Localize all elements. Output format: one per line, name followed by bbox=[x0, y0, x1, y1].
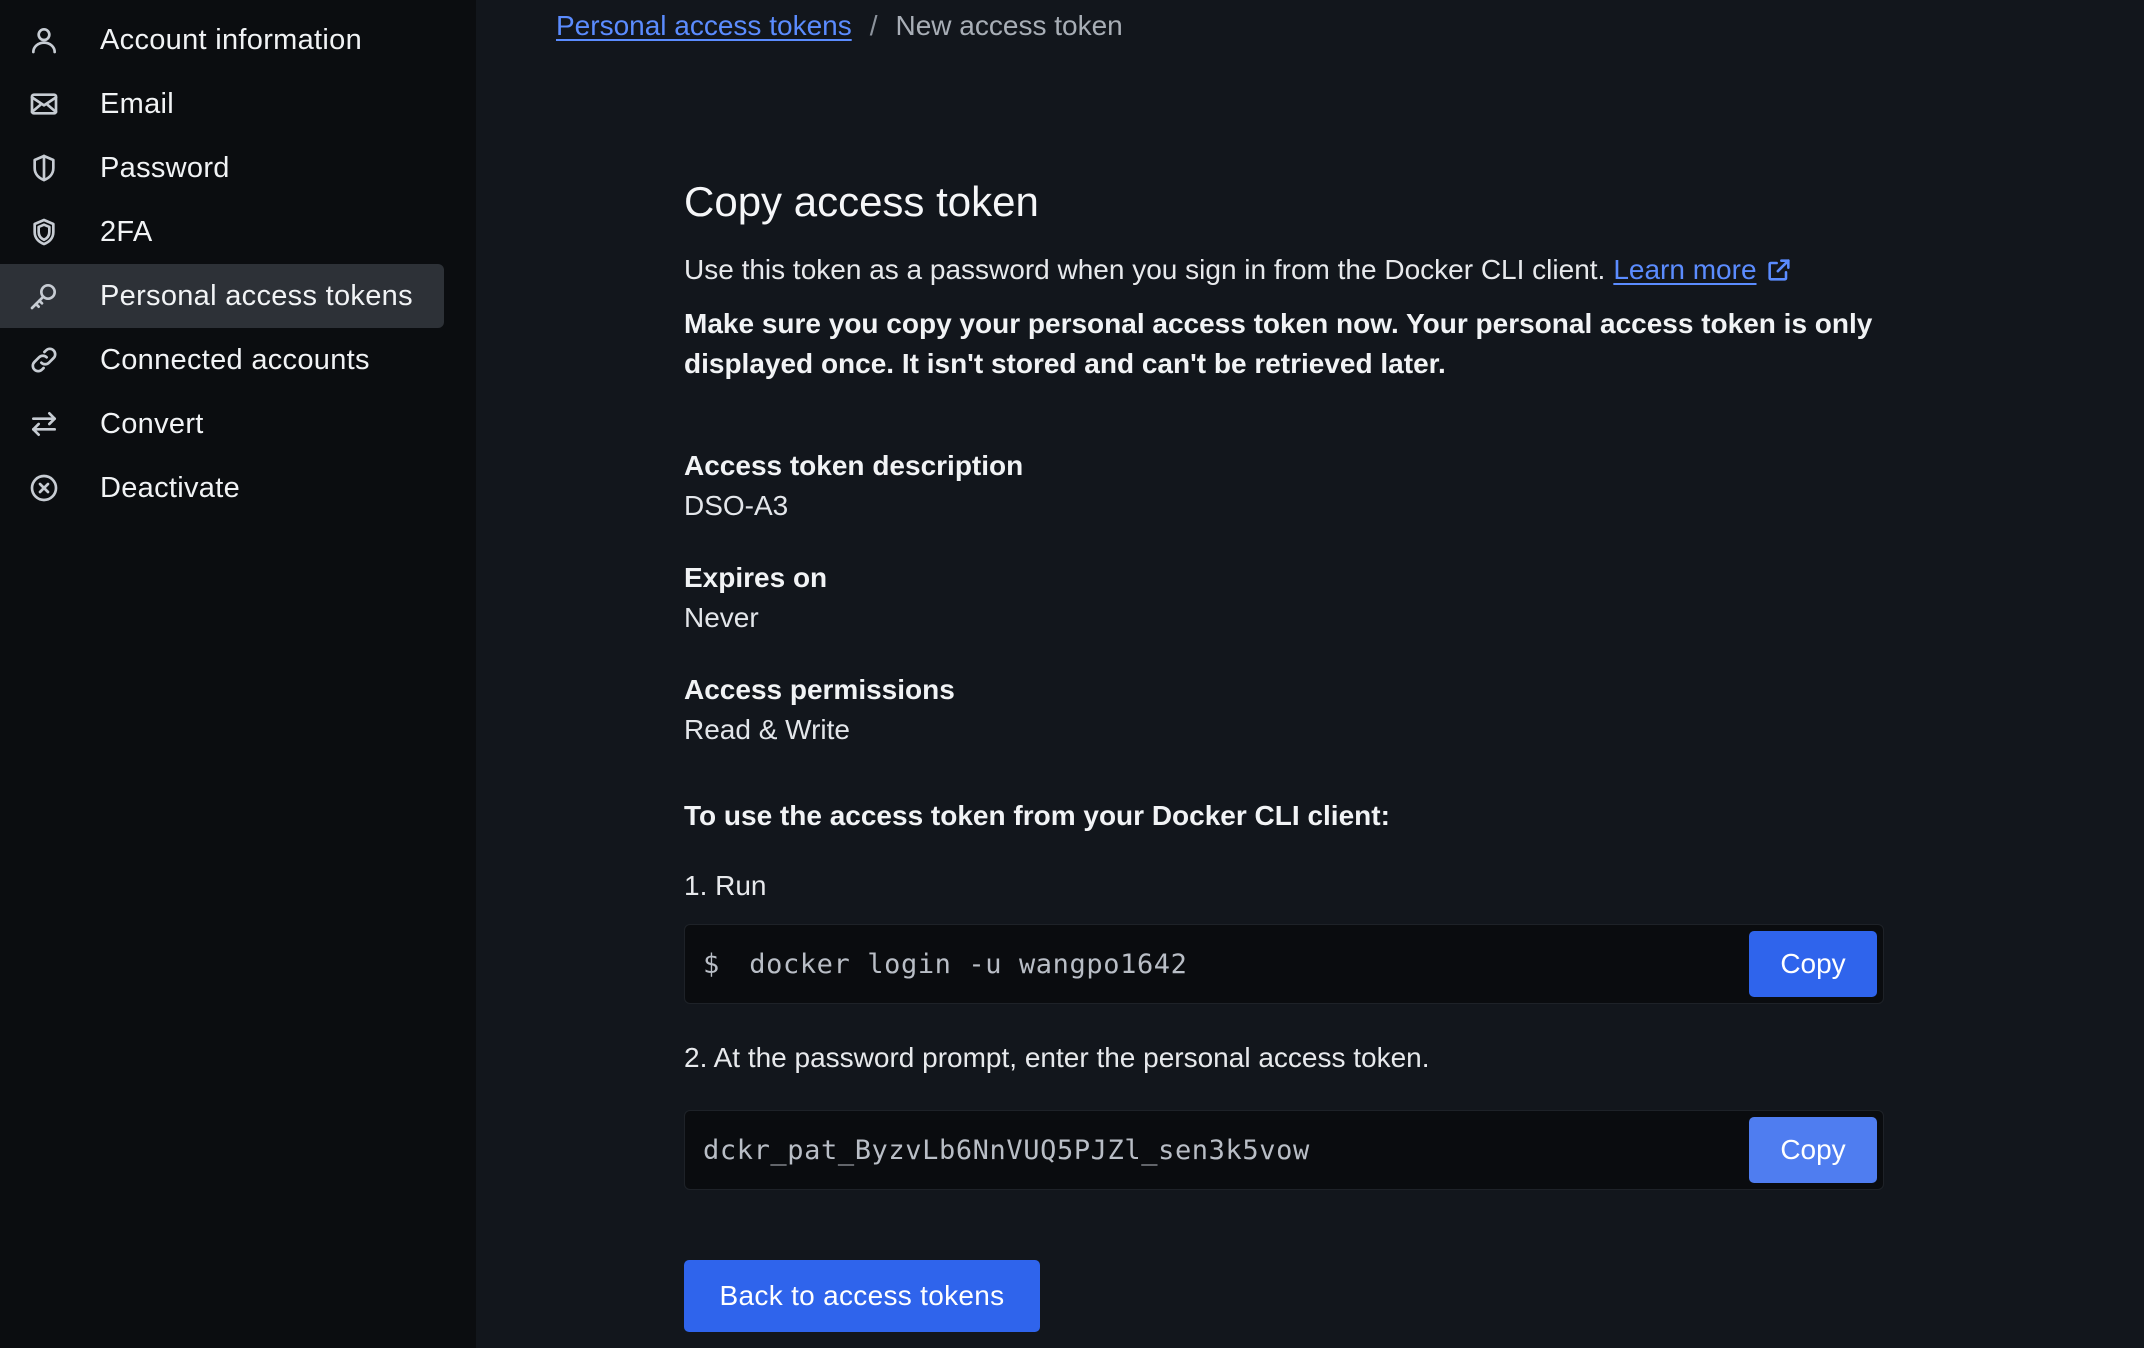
user-icon bbox=[28, 24, 60, 56]
sidebar-item-label: 2FA bbox=[100, 215, 153, 248]
token-text: dckr_pat_ByzvLb6NnVUQ5PJZl_sen3k5vow bbox=[703, 1134, 1310, 1166]
sidebar-item-deactivate[interactable]: Deactivate bbox=[0, 456, 444, 520]
sidebar-item-label: Convert bbox=[100, 407, 204, 440]
step-2-text: 2. At the password prompt, enter the per… bbox=[684, 1042, 1430, 1073]
field-permissions: Access permissions Read & Write bbox=[684, 670, 1884, 750]
sidebar-item-connected-accounts[interactable]: Connected accounts bbox=[0, 328, 444, 392]
sidebar-item-personal-access-tokens[interactable]: Personal access tokens bbox=[0, 264, 444, 328]
field-label: Access permissions bbox=[684, 674, 955, 705]
arrows-swap-icon bbox=[28, 408, 60, 440]
key-icon bbox=[28, 280, 60, 312]
sidebar-item-label: Personal access tokens bbox=[100, 279, 413, 312]
breadcrumb-separator: / bbox=[869, 10, 878, 41]
shield-icon bbox=[28, 216, 60, 248]
sidebar-item-label: Email bbox=[100, 87, 175, 120]
field-expires: Expires on Never bbox=[684, 558, 1884, 638]
field-description: Access token description DSO-A3 bbox=[684, 446, 1884, 526]
field-label: Access token description bbox=[684, 450, 1024, 481]
sidebar-item-convert[interactable]: Convert bbox=[0, 392, 444, 456]
description: Use this token as a password when you si… bbox=[684, 250, 1884, 290]
sidebar-item-label: Password bbox=[100, 151, 230, 184]
sidebar-item-label: Deactivate bbox=[100, 471, 241, 504]
step-1-text: 1. Run bbox=[684, 870, 767, 901]
main-content: Copy access token Use this token as a pa… bbox=[684, 178, 1884, 1190]
sidebar: Account information Email Password 2FA P… bbox=[0, 0, 476, 1348]
instructions-heading: To use the access token from your Docker… bbox=[684, 800, 1390, 831]
mail-icon bbox=[28, 88, 60, 120]
warning-text: Make sure you copy your personal access … bbox=[684, 308, 1873, 379]
field-label: Expires on bbox=[684, 562, 828, 593]
breadcrumb-link-personal-access-tokens[interactable]: Personal access tokens bbox=[556, 10, 852, 42]
description-text: Use this token as a password when you si… bbox=[684, 254, 1606, 285]
sidebar-item-2fa[interactable]: 2FA bbox=[0, 200, 444, 264]
field-value: DSO-A3 bbox=[684, 490, 789, 521]
close-circle-icon bbox=[28, 472, 60, 504]
back-to-access-tokens-button[interactable]: Back to access tokens bbox=[684, 1260, 1040, 1332]
breadcrumb: Personal access tokens / New access toke… bbox=[556, 10, 1123, 42]
sidebar-item-password[interactable]: Password bbox=[0, 136, 444, 200]
page-title: Copy access token bbox=[684, 178, 1039, 225]
command-text: docker login -u wangpo1642 bbox=[749, 948, 1188, 980]
link-icon bbox=[28, 344, 60, 376]
copy-command-button[interactable]: Copy bbox=[1749, 931, 1877, 997]
learn-more-link[interactable]: Learn more bbox=[1613, 250, 1756, 290]
field-value: Never bbox=[684, 602, 759, 633]
command-box: $ docker login -u wangpo1642 Copy bbox=[684, 924, 1884, 1004]
command-prompt: $ bbox=[703, 948, 720, 980]
sidebar-item-account-information[interactable]: Account information bbox=[0, 8, 444, 72]
external-link-icon[interactable] bbox=[1765, 256, 1793, 284]
shield-half-icon bbox=[28, 152, 60, 184]
field-value: Read & Write bbox=[684, 714, 850, 745]
copy-token-button[interactable]: Copy bbox=[1749, 1117, 1877, 1183]
sidebar-item-label: Connected accounts bbox=[100, 343, 370, 376]
sidebar-item-label: Account information bbox=[100, 23, 362, 56]
sidebar-item-email[interactable]: Email bbox=[0, 72, 444, 136]
token-box: dckr_pat_ByzvLb6NnVUQ5PJZl_sen3k5vow Cop… bbox=[684, 1110, 1884, 1190]
breadcrumb-current: New access token bbox=[895, 10, 1123, 41]
